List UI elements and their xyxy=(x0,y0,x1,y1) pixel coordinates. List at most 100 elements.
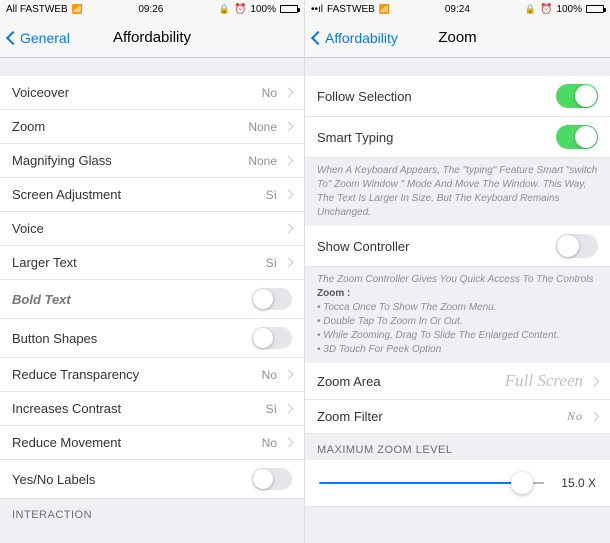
battery-pct: 100% xyxy=(556,4,582,15)
toggle-show-controller[interactable] xyxy=(556,234,598,258)
chevron-left-icon xyxy=(6,30,20,44)
toggle-smart-typing[interactable] xyxy=(556,125,598,149)
row-label: Magnifying Glass xyxy=(12,153,248,168)
signal-icon: ••ıl xyxy=(311,4,323,15)
row-value: None xyxy=(248,154,277,168)
slider-thumb[interactable] xyxy=(511,472,533,494)
chevron-right-icon xyxy=(590,412,600,422)
row-label: Follow Selection xyxy=(317,89,556,104)
row-zoom[interactable]: Zoom None xyxy=(0,110,304,144)
toggle-yes-no-labels[interactable] xyxy=(252,468,292,490)
alarm-icon: ⏰ xyxy=(234,4,246,15)
row-label: Bold Text xyxy=(12,292,252,307)
settings-list: Follow Selection Smart Typing When A Key… xyxy=(305,58,610,543)
toggle-follow-selection[interactable] xyxy=(556,84,598,108)
row-yes-no-labels[interactable]: Yes/No Labels xyxy=(0,460,304,499)
row-show-controller[interactable]: Show Controller xyxy=(305,226,610,267)
chevron-left-icon xyxy=(311,30,325,44)
row-label: Reduce Transparency xyxy=(12,367,262,382)
back-button[interactable]: General xyxy=(8,30,70,46)
battery-icon xyxy=(586,5,604,13)
status-time: 09:24 xyxy=(445,4,470,15)
chevron-right-icon xyxy=(284,156,294,166)
lock-icon xyxy=(219,4,230,15)
alarm-icon: ⏰ xyxy=(540,4,552,15)
row-value: No xyxy=(262,86,277,100)
battery-icon xyxy=(280,5,298,13)
row-value: Sì xyxy=(266,188,277,202)
back-label: General xyxy=(20,30,70,46)
row-label: Reduce Movement xyxy=(12,435,262,450)
status-bar: All FASTWEB 09:26 ⏰ 100% xyxy=(0,0,304,18)
settings-list: Voiceover No Zoom None Magnifying Glass … xyxy=(0,58,304,543)
section-header-interaction: INTERACTION xyxy=(0,499,304,525)
row-max-zoom-slider[interactable]: 15.0 X xyxy=(305,460,610,507)
row-larger-text[interactable]: Larger Text Sì xyxy=(0,246,304,280)
back-label: Affordability xyxy=(325,30,398,46)
right-screen: ••ıl FASTWEB 09:24 ⏰ 100% Affordability … xyxy=(305,0,610,543)
row-label: Button Shapes xyxy=(12,331,252,346)
row-reduce-movement[interactable]: Reduce Movement No xyxy=(0,426,304,460)
page-title: Zoom xyxy=(438,29,476,46)
row-voice[interactable]: Voice xyxy=(0,212,304,246)
toggle-button-shapes[interactable] xyxy=(252,327,292,349)
row-smart-typing[interactable]: Smart Typing xyxy=(305,117,610,158)
hint-bullet: • Tocca Once To Show The Zoom Menu. xyxy=(317,301,598,315)
slider-track[interactable] xyxy=(319,482,544,484)
chevron-right-icon xyxy=(284,370,294,380)
chevron-right-icon xyxy=(284,122,294,132)
smart-typing-hint: When A Keyboard Appears, The "typing" Fe… xyxy=(305,158,610,226)
row-label: Voice xyxy=(12,221,281,236)
hint-lead: The Zoom Controller Gives You Quick Acce… xyxy=(317,273,598,287)
row-voiceover[interactable]: Voiceover No xyxy=(0,76,304,110)
row-label: Zoom Area xyxy=(317,374,505,389)
controller-hint: The Zoom Controller Gives You Quick Acce… xyxy=(305,267,610,363)
back-button[interactable]: Affordability xyxy=(313,30,398,46)
carrier-label: FASTWEB xyxy=(327,4,375,15)
wifi-icon xyxy=(379,4,390,15)
row-label: Increases Contrast xyxy=(12,401,266,416)
row-zoom-filter[interactable]: Zoom Filter No xyxy=(305,400,610,434)
chevron-right-icon xyxy=(284,438,294,448)
chevron-right-icon xyxy=(284,190,294,200)
row-label: Larger Text xyxy=(12,255,266,270)
row-bold-text[interactable]: Bold Text xyxy=(0,280,304,319)
page-title: Affordability xyxy=(113,29,191,46)
row-label: Show Controller xyxy=(317,239,556,254)
row-button-shapes[interactable]: Button Shapes xyxy=(0,319,304,358)
row-value: Sì xyxy=(266,402,277,416)
chevron-right-icon xyxy=(284,404,294,414)
row-follow-selection[interactable]: Follow Selection xyxy=(305,76,610,117)
row-label: Zoom xyxy=(12,119,248,134)
status-time: 09:26 xyxy=(138,4,163,15)
row-magnifying-glass[interactable]: Magnifying Glass None xyxy=(0,144,304,178)
row-value: No xyxy=(567,409,583,424)
hint-bullet: • Double Tap To Zoom In Or Out. xyxy=(317,315,598,329)
chevron-right-icon xyxy=(590,376,600,386)
row-value: None xyxy=(248,120,277,134)
lock-icon xyxy=(525,4,536,15)
row-value: No xyxy=(262,368,277,382)
row-label: Smart Typing xyxy=(317,130,556,145)
chevron-right-icon xyxy=(284,88,294,98)
chevron-right-icon xyxy=(284,224,294,234)
nav-bar: General Affordability xyxy=(0,18,304,58)
section-header-max-zoom: MAXIMUM ZOOM LEVEL xyxy=(305,434,610,460)
hint-title: Zoom : xyxy=(317,287,598,301)
row-label: Zoom Filter xyxy=(317,409,567,424)
row-reduce-transparency[interactable]: Reduce Transparency No xyxy=(0,358,304,392)
row-zoom-area[interactable]: Zoom Area Full Screen xyxy=(305,363,610,400)
row-increases-contrast[interactable]: Increases Contrast Sì xyxy=(0,392,304,426)
row-value: No xyxy=(262,436,277,450)
left-screen: All FASTWEB 09:26 ⏰ 100% General Afforda… xyxy=(0,0,305,543)
wifi-icon xyxy=(72,4,83,15)
row-value: Full Screen xyxy=(505,371,583,391)
hint-bullet: • 3D Touch For Peek Option xyxy=(317,343,598,357)
battery-pct: 100% xyxy=(250,4,276,15)
row-label: Screen Adjustment xyxy=(12,187,266,202)
row-screen-adjustment[interactable]: Screen Adjustment Sì xyxy=(0,178,304,212)
toggle-bold-text[interactable] xyxy=(252,288,292,310)
status-bar: ••ıl FASTWEB 09:24 ⏰ 100% xyxy=(305,0,610,18)
nav-bar: Affordability Zoom xyxy=(305,18,610,58)
slider-value: 15.0 X xyxy=(552,476,596,490)
